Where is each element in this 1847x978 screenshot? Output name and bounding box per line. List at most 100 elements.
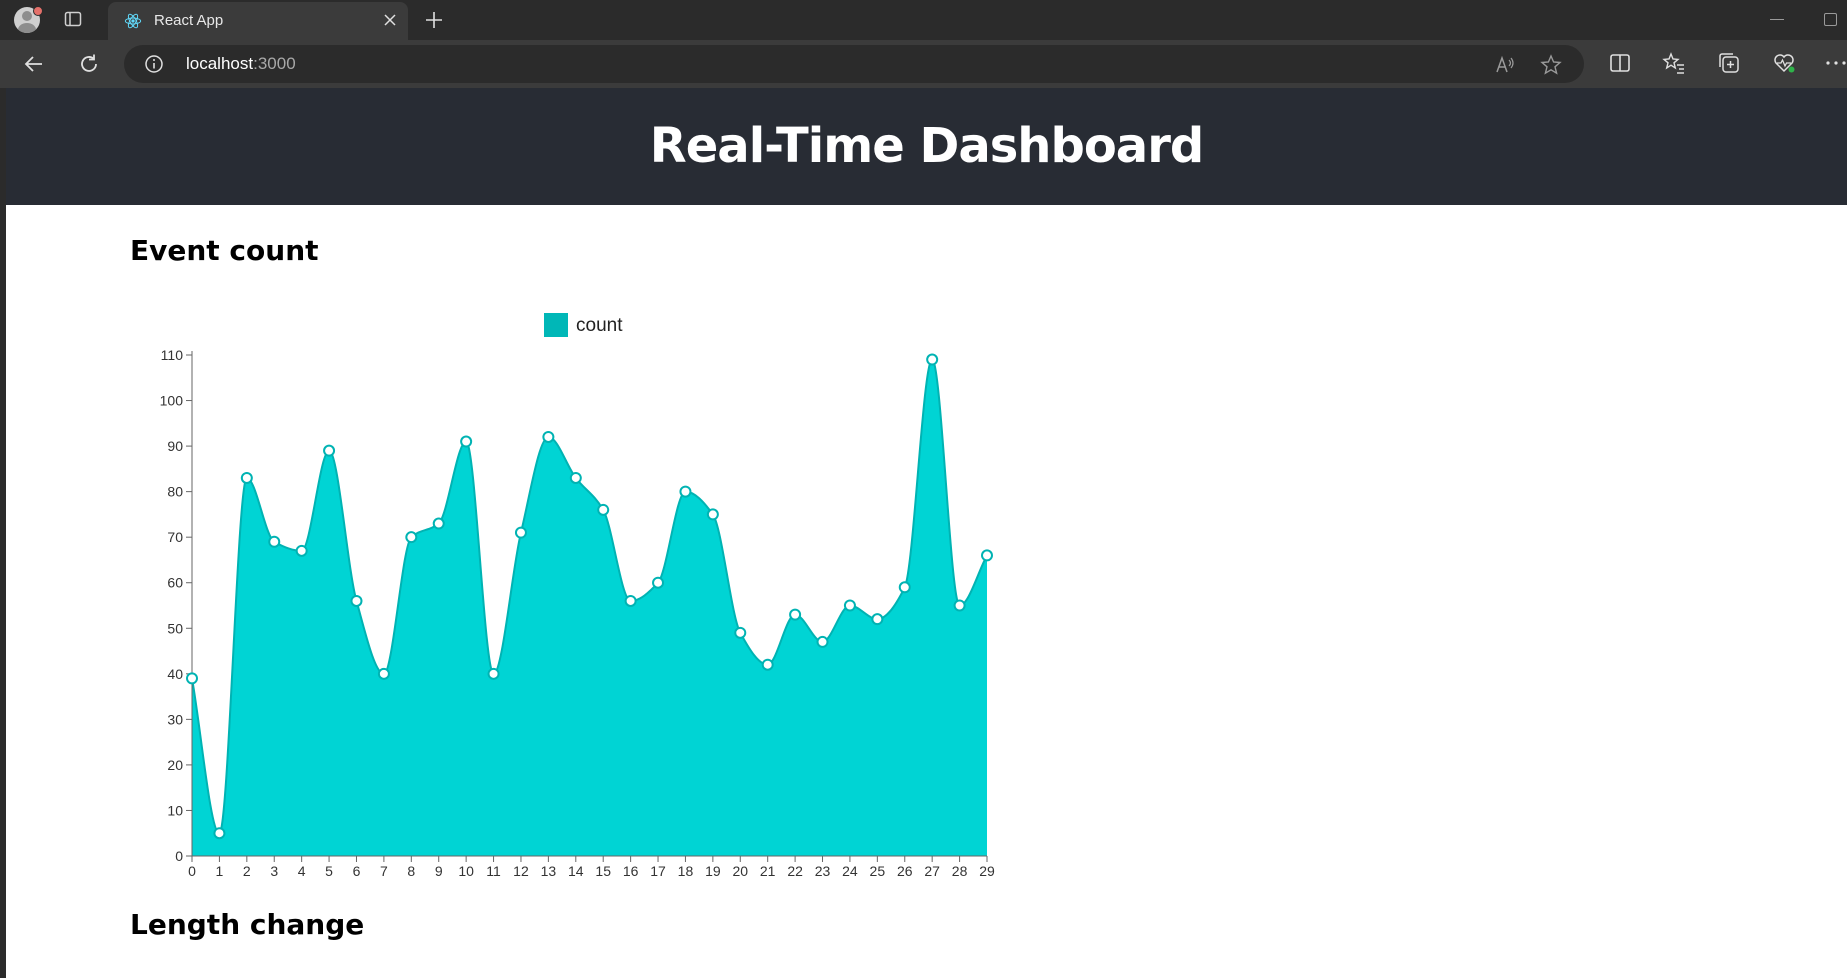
legend-swatch	[544, 313, 568, 337]
data-point	[186, 672, 198, 685]
url-port: :3000	[253, 54, 296, 73]
browser-essentials-icon[interactable]	[1772, 51, 1796, 75]
data-point	[597, 503, 610, 516]
data-point	[432, 517, 445, 530]
favorites-icon[interactable]	[1662, 51, 1686, 75]
data-point	[926, 353, 939, 366]
data-point	[706, 508, 719, 521]
x-tick-label: 10	[458, 863, 474, 879]
legend-label: count	[576, 315, 623, 336]
url-text[interactable]: localhost:3000	[186, 54, 296, 74]
x-tick-label: 24	[842, 863, 858, 879]
back-arrow-icon[interactable]	[22, 52, 46, 76]
x-tick-label: 26	[897, 863, 913, 879]
x-tick-label: 2	[243, 863, 251, 879]
y-tick-label: 10	[167, 802, 183, 818]
browser-tabstrip: React App	[0, 0, 1847, 40]
page-viewport: Real-Time Dashboard Event count 0 10 20 30 4…	[6, 88, 1847, 978]
x-tick-label: 21	[760, 863, 776, 879]
profile-notification-dot	[33, 6, 43, 16]
data-point	[624, 594, 637, 607]
y-tick-label: 0	[175, 848, 183, 864]
tab-actions-icon[interactable]	[64, 10, 82, 28]
x-tick-label: 0	[188, 863, 196, 879]
x-tick-label: 16	[623, 863, 639, 879]
x-tick-label: 27	[924, 863, 940, 879]
data-point	[377, 667, 390, 680]
x-tick-label: 14	[568, 863, 584, 879]
x-tick-label: 8	[407, 863, 415, 879]
section-title-length-change: Length change	[130, 908, 365, 941]
data-point	[679, 485, 692, 498]
x-tick-label: 25	[870, 863, 886, 879]
x-tick-label: 22	[787, 863, 803, 879]
split-screen-icon[interactable]	[1608, 51, 1632, 75]
x-tick-label: 23	[815, 863, 831, 879]
x-tick-label: 7	[380, 863, 388, 879]
tab-title: React App	[154, 12, 224, 29]
y-tick-label: 80	[167, 484, 183, 500]
react-logo-icon	[124, 13, 142, 29]
data-point	[213, 827, 226, 840]
data-point	[405, 531, 418, 544]
close-tab-icon[interactable]	[382, 12, 398, 28]
x-tick-label: 19	[705, 863, 721, 879]
y-tick-label: 50	[167, 620, 183, 636]
x-tick-label: 29	[979, 863, 995, 879]
data-point	[953, 599, 966, 612]
data-point	[569, 471, 582, 484]
x-tick-label: 12	[513, 863, 529, 879]
x-tick-label: 20	[732, 863, 748, 879]
y-tick-label: 90	[167, 438, 183, 454]
site-info-icon[interactable]	[144, 54, 164, 74]
y-tick-label: 110	[161, 347, 184, 363]
refresh-icon[interactable]	[77, 52, 101, 76]
data-point	[789, 608, 802, 621]
restore-window-icon[interactable]	[1824, 13, 1837, 26]
x-tick-label: 1	[216, 863, 224, 879]
data-point	[816, 635, 829, 648]
data-point	[652, 576, 665, 589]
data-point	[843, 599, 856, 612]
x-tick-label: 28	[952, 863, 968, 879]
data-point	[268, 535, 281, 548]
data-point	[514, 526, 527, 539]
data-point	[761, 658, 774, 671]
x-tick-label: 6	[353, 863, 361, 879]
data-point	[542, 430, 555, 443]
y-tick-label: 100	[160, 393, 184, 409]
new-tab-icon[interactable]	[424, 10, 444, 30]
y-tick-label: 40	[167, 666, 183, 682]
x-tick-label: 13	[541, 863, 557, 879]
x-tick-label: 9	[435, 863, 443, 879]
read-aloud-icon[interactable]	[1494, 54, 1516, 76]
more-options-icon[interactable]	[1824, 51, 1847, 75]
data-point	[487, 667, 500, 680]
x-tick-label: 17	[650, 863, 666, 879]
minimize-window-icon[interactable]	[1770, 19, 1784, 20]
y-tick-label: 70	[167, 529, 183, 545]
y-tick-label: 60	[167, 575, 183, 591]
data-point	[295, 544, 308, 557]
data-point	[323, 444, 336, 457]
x-tick-label: 15	[595, 863, 611, 879]
address-bar[interactable]: localhost:3000	[124, 45, 1584, 83]
x-tick-label: 18	[678, 863, 694, 879]
url-host: localhost	[186, 54, 254, 73]
series-area-count	[192, 359, 987, 856]
event-count-chart: 01020304050607080901001100 1 2 3 4 5 6 7 8 9 10 11 1…	[160, 313, 995, 879]
y-tick-label: 20	[167, 757, 183, 773]
data-point	[350, 594, 363, 607]
y-tick-label: 30	[167, 711, 183, 727]
collections-icon[interactable]	[1717, 51, 1741, 75]
data-point	[898, 581, 911, 594]
x-tick-label: 4	[298, 863, 306, 879]
x-tick-label: 5	[325, 863, 333, 879]
browser-tab-active[interactable]: React App	[108, 2, 408, 40]
data-point	[734, 626, 747, 639]
data-point	[981, 549, 993, 562]
browser-toolbar: localhost:3000	[0, 40, 1847, 88]
x-tick-label: 3	[270, 863, 278, 879]
favorite-star-icon[interactable]	[1540, 54, 1562, 76]
data-point	[460, 435, 473, 448]
